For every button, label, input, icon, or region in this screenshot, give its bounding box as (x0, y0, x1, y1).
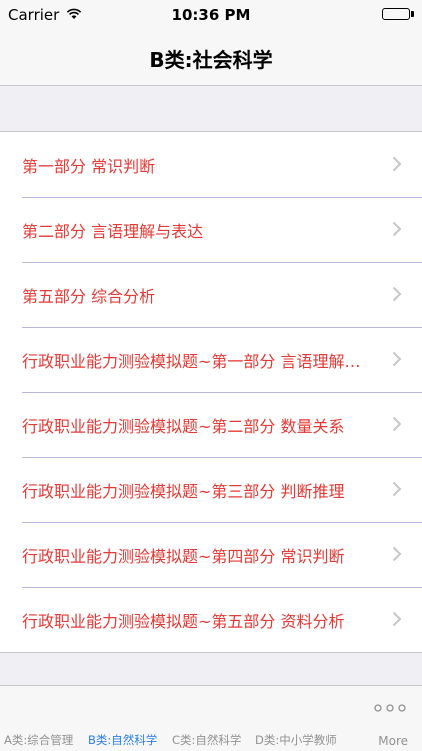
status-time: 10:36 PM (171, 6, 251, 24)
chevron-right-icon (392, 416, 402, 432)
list-item[interactable]: 行政职业能力测验模拟题~第五部分 资料分析 (0, 587, 422, 652)
tab-c-natural-science[interactable]: C类:自然科学 (172, 732, 241, 748)
chevron-right-icon (392, 546, 402, 562)
list-item[interactable]: 行政职业能力测验模拟题~第三部分 判断推理 (0, 457, 422, 522)
list-item-label: 行政职业能力测验模拟题~第五部分 资料分析 (22, 611, 345, 631)
chevron-right-icon (392, 611, 402, 627)
list-item-label: 行政职业能力测验模拟题~第三部分 判断推理 (22, 481, 345, 501)
list-item[interactable]: 行政职业能力测验模拟题~第一部分 言语理解与表达 (0, 327, 422, 392)
list-item-label: 行政职业能力测验模拟题~第二部分 数量关系 (22, 416, 345, 436)
chevron-right-icon (392, 351, 402, 367)
list-item-label: 第二部分 言语理解与表达 (22, 221, 204, 241)
chevron-right-icon (392, 481, 402, 497)
nav-bar: B类:社会科学 (0, 28, 422, 86)
list-item-label: 第五部分 综合分析 (22, 286, 156, 306)
list-item[interactable]: 第一部分 常识判断 (0, 132, 422, 197)
list-item[interactable]: 行政职业能力测验模拟题~第四部分 常识判断 (0, 522, 422, 587)
list-item-label: 行政职业能力测验模拟题~第四部分 常识判断 (22, 546, 345, 566)
list-item-label: 第一部分 常识判断 (22, 156, 156, 176)
chevron-right-icon (392, 156, 402, 172)
list-item[interactable]: 第五部分 综合分析 (0, 262, 422, 327)
list-item[interactable]: 行政职业能力测验模拟题~第二部分 数量关系 (0, 392, 422, 457)
chevron-right-icon (392, 221, 402, 237)
chapter-list: 第一部分 常识判断 第二部分 言语理解与表达 第五部分 综合分析 行政职业能力测… (0, 131, 422, 653)
battery-icon (382, 8, 410, 20)
tab-a-comprehensive-management[interactable]: A类:综合管理 (4, 732, 73, 748)
tab-more[interactable]: More (378, 734, 408, 748)
more-dots-icon[interactable] (374, 704, 406, 712)
list-item-label: 行政职业能力测验模拟题~第一部分 言语理解与表达 (22, 351, 372, 371)
chevron-right-icon (392, 286, 402, 302)
battery-cap (411, 11, 414, 17)
tab-b-natural-science[interactable]: B类:自然科学 (88, 732, 157, 748)
list-item[interactable]: 第二部分 言语理解与表达 (0, 197, 422, 262)
page-title: B类:社会科学 (149, 48, 273, 72)
tab-d-teachers[interactable]: D类:中小学教师 (255, 732, 337, 748)
tab-bar: A类:综合管理 B类:自然科学 C类:自然科学 D类:中小学教师 More (0, 685, 422, 751)
